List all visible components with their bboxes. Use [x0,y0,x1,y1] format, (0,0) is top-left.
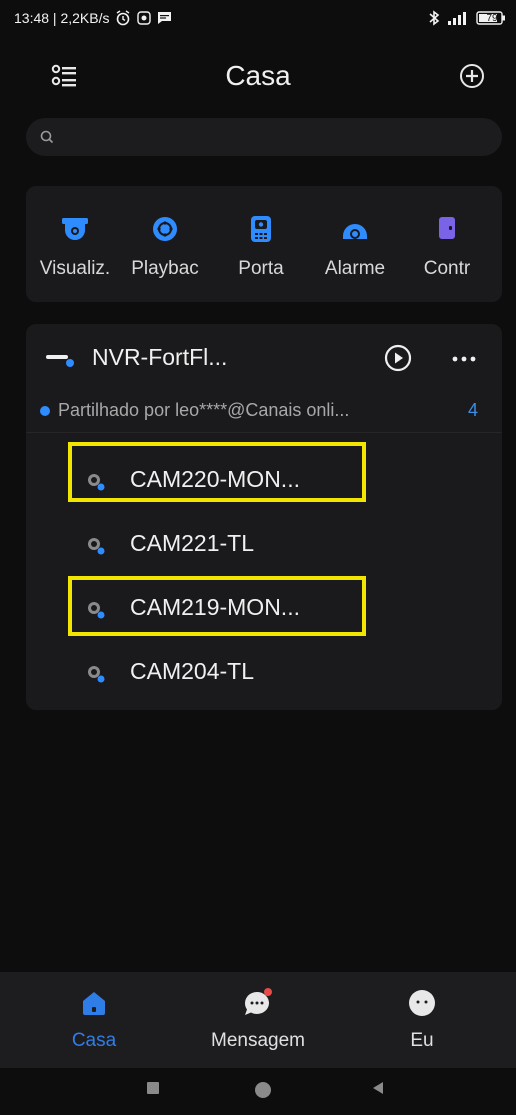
quick-action-label: Porta [238,258,284,279]
more-options-button[interactable] [446,344,482,374]
quick-action-playback[interactable]: Playbac [120,212,210,282]
app-header: Casa [0,48,516,108]
message-icon [241,986,275,1020]
quick-action-label: Visualiz. [39,258,111,279]
quick-action-label: Alarme [324,258,386,279]
quick-action-label: Contr [423,258,471,279]
device-header[interactable]: NVR-FortFl... [26,324,502,390]
back-system-button[interactable] [370,1080,386,1101]
status-time: 13:48 | 2,2KB/s [14,10,110,26]
add-device-button[interactable] [458,62,486,90]
signal-icon [446,10,470,26]
playback-icon [148,212,182,246]
profile-icon [405,986,439,1020]
quick-action-alarm[interactable]: Alarme [310,212,400,282]
highlight-box [68,576,366,636]
shared-status-dot [40,406,50,416]
camera-status-icon [86,664,106,684]
quick-action-visualize[interactable]: Visualiz. [30,212,120,282]
highlight-box [68,442,366,502]
camera-item[interactable]: CAM204-TL [26,642,502,704]
camera-icon [58,212,92,246]
alarm-icon [338,212,372,246]
search-icon [40,130,54,144]
shared-info-row: Partilhado por leo****@Canais onli... 4 [26,392,502,433]
nav-label: Mensagem [211,1030,305,1051]
recent-apps-button[interactable] [145,1080,161,1101]
nvr-device-card: NVR-FortFl... Partilhado por leo****@Can… [26,324,502,710]
status-left: 13:48 | 2,2KB/s [14,10,172,26]
status-bar: 13:48 | 2,2KB/s 79 [0,0,516,36]
search-bar[interactable] [26,118,502,156]
camera-item[interactable]: CAM221-TL [26,514,502,576]
circle-icon [255,1082,271,1098]
page-title: Casa [225,60,291,91]
door-icon [244,212,278,246]
back-triangle-icon [373,1082,383,1094]
device-name: NVR-FortFl... [92,344,228,370]
nav-label: Eu [410,1030,434,1051]
alarm-clock-icon [115,10,131,26]
home-icon [77,986,111,1020]
camera-status-icon [86,536,106,556]
battery-level: 79 [486,12,498,24]
nav-label: Casa [71,1030,117,1051]
home-system-button[interactable] [253,1080,273,1105]
screen-record-icon [137,11,152,25]
play-all-button[interactable] [383,343,413,373]
nvr-device-icon [46,350,76,370]
more-dots-icon [452,356,476,362]
search-input[interactable] [62,127,486,147]
add-circle-icon [460,64,484,88]
message-notification-icon [157,11,172,25]
shared-by-text: Partilhado por leo****@Canais onli... [58,400,350,420]
access-control-icon [430,212,464,246]
online-channel-count: 4 [467,400,478,420]
square-icon [147,1082,159,1094]
nav-tab-mensagem[interactable]: Mensagem [188,986,328,1052]
app-screen: 13:48 | 2,2KB/s 79 Casa Visualiz. Playba… [0,0,516,1115]
system-navigation-bar [0,1068,516,1115]
quick-action-access-control[interactable]: Contr [402,212,492,282]
quick-action-label: Playbac [131,258,199,279]
camera-name: CAM221-TL [130,530,254,556]
nav-tab-casa[interactable]: Casa [24,986,164,1052]
camera-name: CAM204-TL [130,658,254,684]
quick-actions-card: Visualiz. Playbac Porta Alarme Contr [26,186,502,302]
quick-action-door[interactable]: Porta [216,212,306,282]
play-circle-icon [384,344,412,372]
nav-tab-eu[interactable]: Eu [352,986,492,1052]
status-right: 79 [428,10,505,26]
bottom-navigation: Casa Mensagem Eu [0,972,516,1068]
bluetooth-icon [428,10,440,26]
